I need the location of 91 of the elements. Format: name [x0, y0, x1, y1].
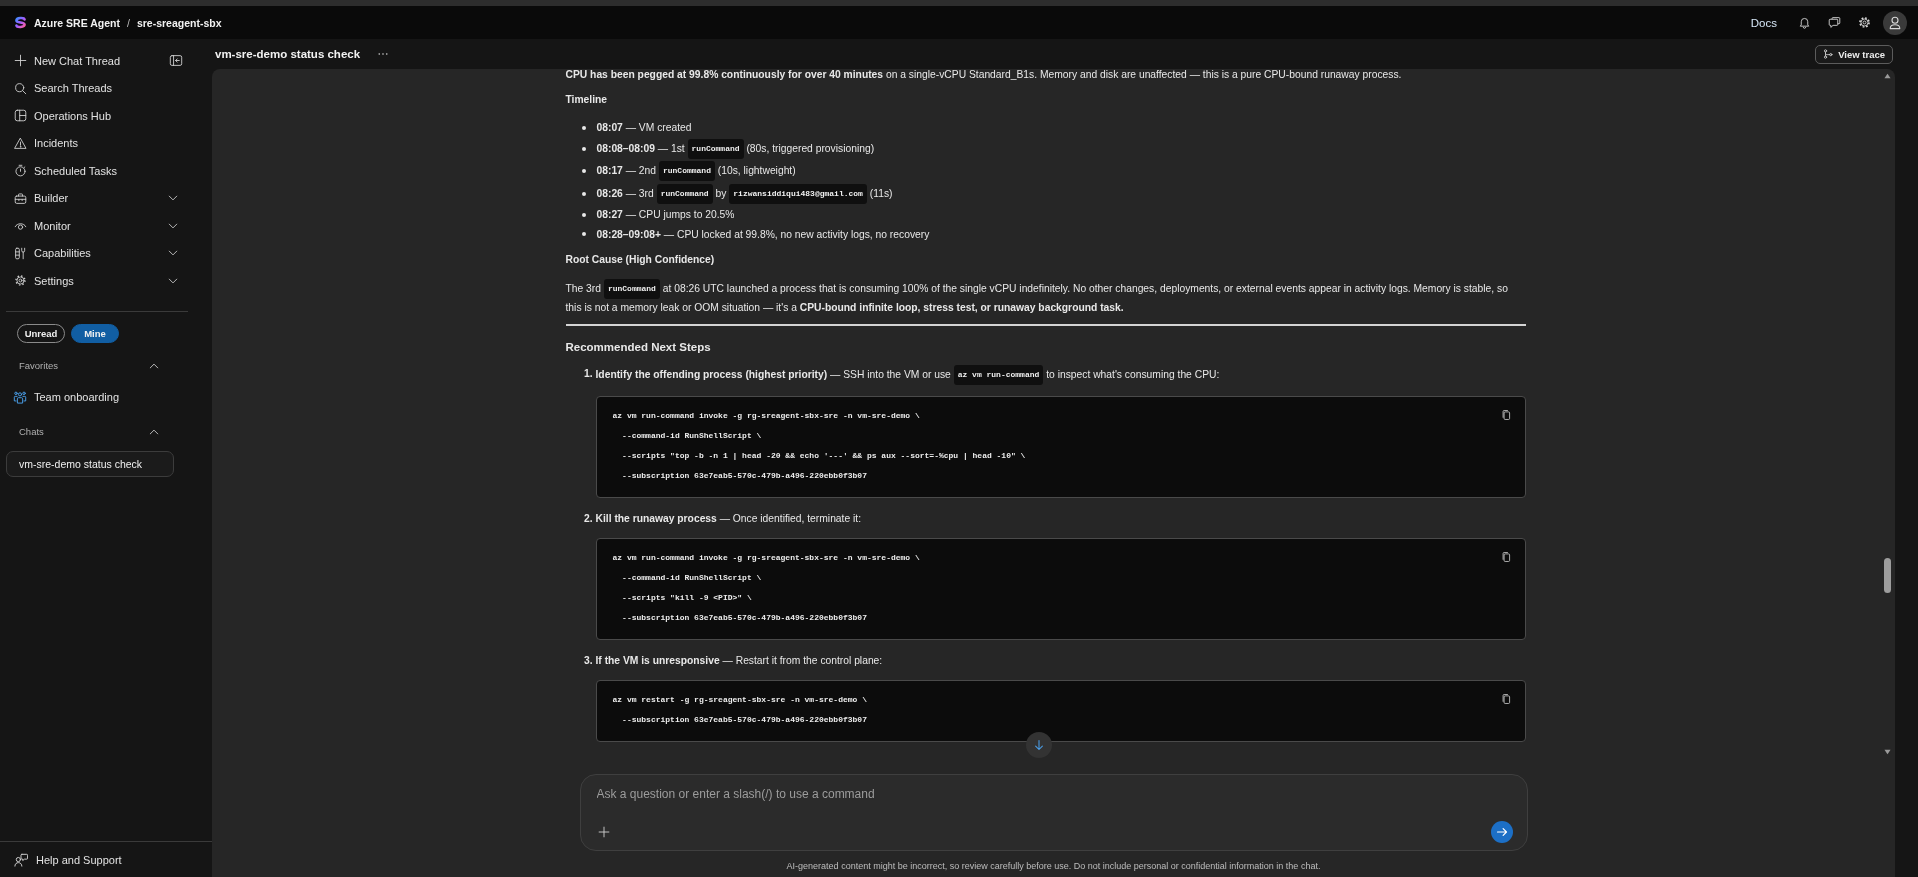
- nav-item[interactable]: Search Threads: [6, 74, 188, 102]
- stopwatch-icon: [14, 164, 27, 178]
- code-line: --subscription 63e7eab5-570c-479b-a496-220ebb0f3b07: [621, 611, 867, 624]
- more-icon[interactable]: [378, 52, 389, 56]
- scrollbar-thumb[interactable]: [1883, 558, 1891, 593]
- grid-icon: [14, 109, 27, 123]
- nav-item[interactable]: Scheduled Tasks: [6, 157, 188, 185]
- step-text: Kill the runaway process — Once identified, terminate it:: [595, 511, 863, 526]
- section-heading: Recommended Next Steps: [565, 339, 712, 355]
- warning-icon: [14, 136, 27, 150]
- copy-icon[interactable]: [1500, 550, 1512, 563]
- settings-icon: [14, 274, 27, 288]
- logo-icon[interactable]: [14, 16, 27, 29]
- product-name[interactable]: Azure SRE Agent: [34, 16, 120, 29]
- arrow-right-icon: [1495, 826, 1508, 838]
- people-icon: [13, 389, 27, 404]
- inline-code: runCommand: [656, 183, 713, 204]
- step-number: 1.: [582, 366, 594, 381]
- chat-item[interactable]: vm-sre-demo status check: [6, 450, 174, 477]
- message-input[interactable]: Ask a question or enter a slash(/) to use a command: [596, 787, 1513, 801]
- branch-icon: [1823, 49, 1834, 59]
- bullet-text: 08:27 — CPU jumps to 20.5%: [596, 208, 735, 222]
- bullet-icon: [581, 212, 586, 217]
- bullet-text: 08:28–09:08+ — CPU locked at 99.8%, no new activity logs, no recovery: [596, 227, 930, 242]
- code-line: --command-id RunShellScript \: [621, 571, 762, 584]
- heading: Root Cause (High Confidence): [565, 252, 716, 267]
- nav-item[interactable]: Builder: [6, 184, 188, 212]
- copy-icon[interactable]: [1500, 408, 1512, 421]
- bullet-icon: [581, 191, 586, 196]
- nav-item[interactable]: New Chat Thread: [6, 47, 169, 75]
- step-number: 3.: [582, 653, 594, 668]
- tools-icon: [14, 246, 27, 260]
- step-text: If the VM is unresponsive — Restart it from the control plane:: [595, 653, 884, 668]
- heading: Timeline: [565, 93, 609, 107]
- breadcrumb-separator: /: [126, 16, 130, 29]
- nav-item[interactable]: Settings: [6, 267, 188, 295]
- scroll-up-icon[interactable]: [1883, 73, 1891, 79]
- send-button[interactable]: [1490, 821, 1513, 843]
- code-line: --scripts "top -b -n 1 | head -20 && echo '---' && ps aux --sort=-%cpu | head -10" \: [621, 449, 1026, 462]
- nav-item[interactable]: Incidents: [6, 129, 188, 157]
- thread-title: vm-sre-demo status check: [215, 48, 361, 60]
- scroll-down-icon[interactable]: [1883, 749, 1891, 755]
- inline-code: runCommand: [687, 138, 744, 159]
- nav-item[interactable]: Monitor: [6, 212, 188, 240]
- view-trace-button[interactable]: View trace: [1815, 44, 1893, 64]
- favorite-item[interactable]: Team onboarding: [6, 386, 188, 407]
- code-line: --subscription 63e7eab5-570c-479b-a496-220ebb0f3b07: [621, 469, 867, 482]
- copy-icon[interactable]: [1500, 692, 1512, 705]
- docs-link[interactable]: Docs: [1750, 16, 1777, 29]
- bullet-icon: [581, 232, 586, 236]
- nav-item[interactable]: Capabilities: [6, 239, 188, 267]
- inline-code: az vm run-command: [953, 364, 1044, 385]
- help-link[interactable]: Help and Support: [0, 852, 122, 867]
- person-chat-icon: [14, 852, 28, 867]
- step-number: 2.: [582, 511, 594, 526]
- code-line: --command-id RunShellScript \: [621, 429, 762, 442]
- paragraph: CPU has been pegged at 99.8% continuously for over 40 minutes on a single-vCPU Standard_B1s. Memory and disk are unaffected — this is a pure CPU-bound runaway process.: [565, 69, 1403, 82]
- bullet-icon: [581, 169, 586, 173]
- bullet-text: 08:07 — VM created: [596, 121, 692, 135]
- code-line: az vm run-command invoke -g rg-sreagent-sbx-sre -n vm-sre-demo \: [612, 551, 920, 564]
- filter-chip[interactable]: Mine: [71, 323, 119, 343]
- collapse-sidebar-icon[interactable]: [169, 54, 183, 68]
- code-line: --subscription 63e7eab5-570c-479b-a496-220ebb0f3b07: [621, 713, 867, 726]
- chat-bubble-icon[interactable]: [1828, 16, 1841, 29]
- bullet-text: 08:08–08:09 — 1st runCommand (80s, triggered provisioning): [596, 138, 875, 159]
- plus-icon[interactable]: [597, 826, 610, 838]
- toolbox-icon: [14, 191, 27, 205]
- paragraph: The 3rd runCommand at 08:26 UTC launched a process that is consuming 100% of the single vCPU indefinitely. No other changes, deployments, or external events appear in activity logs. Memory is stable, so this is not a memory leak or OOM situation — it's a CPU-bound infinite loop, stress test, or runaway background task.: [565, 278, 1526, 316]
- search-icon: [14, 81, 27, 95]
- inline-code: runCommand: [603, 278, 660, 299]
- settings-icon[interactable]: [1858, 16, 1871, 29]
- bullet-text: 08:26 — 3rd runCommand by rizwansiddiqui483@gmail.com (11s): [596, 183, 893, 204]
- inline-code: rizwansiddiqui483@gmail.com: [729, 183, 867, 204]
- arrow-down-icon: [1032, 739, 1045, 751]
- bullet-text: 08:17 — 2nd runCommand (10s, lightweight): [596, 161, 796, 181]
- section-label: Favorites: [19, 360, 59, 371]
- disclaimer-text: AI-generated content might be incorrect, so review carefully before use. Do not include personal or confidential information in the chat.: [786, 861, 1321, 871]
- step-text: Identify the offending process (highest priority) — SSH into the VM or use az vm run-command to inspect what's consuming the CPU:: [595, 364, 1526, 385]
- resource-name[interactable]: sre-sreagent-sbx: [136, 16, 222, 29]
- code-line: az vm restart -g rg-sreagent-sbx-sre -n vm-sre-demo \: [612, 693, 867, 706]
- bullet-icon: [581, 125, 586, 130]
- code-line: --scripts "kill -9 <PID>" \: [621, 591, 752, 604]
- bullet-icon: [581, 146, 586, 151]
- bell-icon[interactable]: [1798, 16, 1811, 29]
- nav-item[interactable]: Operations Hub: [6, 102, 188, 130]
- avatar-icon[interactable]: [1883, 10, 1907, 35]
- inline-code: runCommand: [658, 161, 715, 181]
- scroll-to-bottom-button[interactable]: [1025, 732, 1052, 758]
- plus-icon: [14, 54, 27, 68]
- section-label: Chats: [19, 426, 44, 437]
- code-line: az vm run-command invoke -g rg-sreagent-sbx-sre -n vm-sre-demo \: [612, 409, 920, 422]
